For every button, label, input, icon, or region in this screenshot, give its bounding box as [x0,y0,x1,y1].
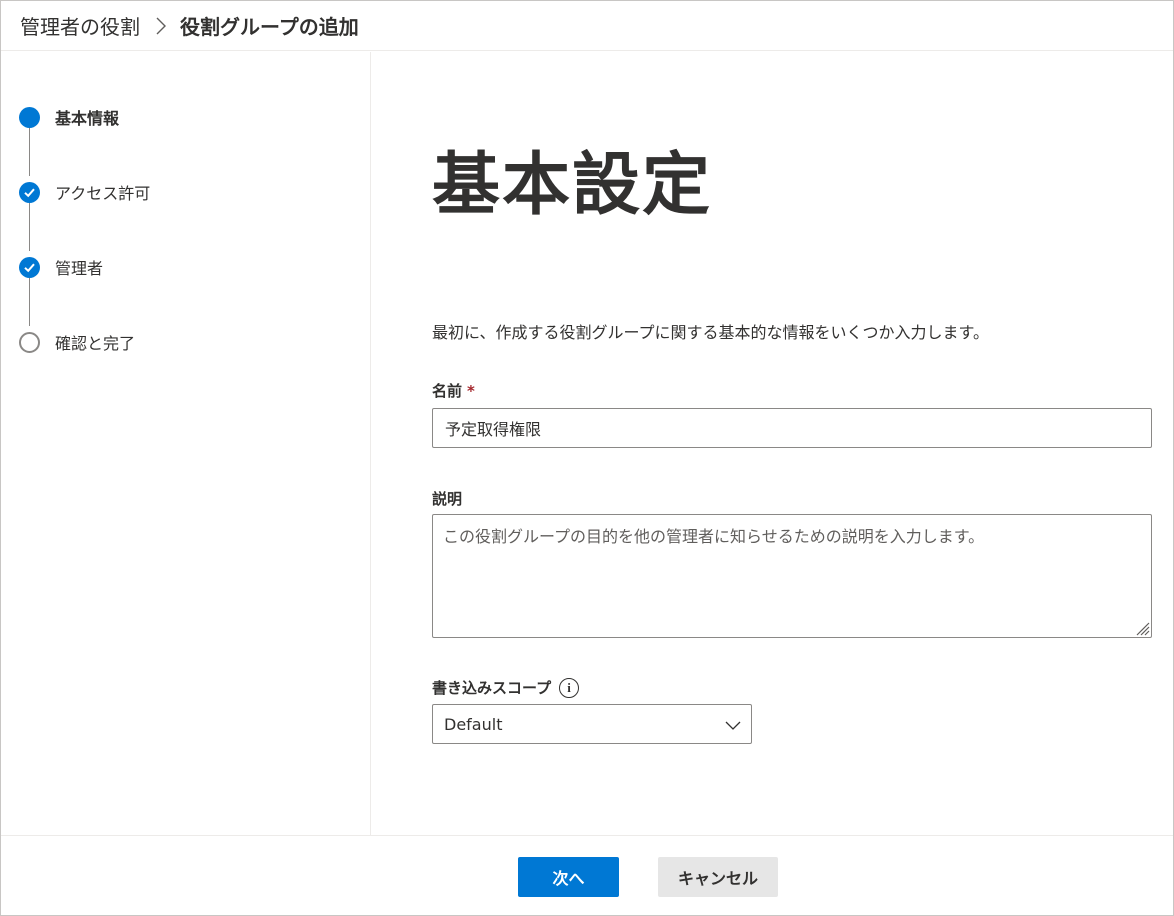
description-label-text: 説明 [432,490,463,508]
breadcrumb: 管理者の役割 役割グループの追加 [1,1,1173,51]
dropdown-selected-value: Default [444,714,503,734]
step-connector [29,203,30,251]
cancel-button[interactable]: キャンセル [658,857,778,897]
step-label: 確認と完了 [55,334,136,353]
chevron-down-icon [725,717,741,733]
write-scope-field-label: 書き込みスコープ i [432,677,580,698]
step-review-finish[interactable]: 確認と完了 [19,330,135,354]
name-input[interactable] [432,408,1152,448]
checkmark-icon [19,181,40,203]
name-label-text: 名前 [432,382,463,400]
step-label: 管理者 [55,259,104,278]
name-field-label: 名前 * [432,380,475,401]
checkmark-icon [19,256,40,278]
write-scope-dropdown[interactable]: Default [432,704,752,744]
breadcrumb-current: 役割グループの追加 [180,15,359,39]
chevron-right-icon [146,16,176,36]
step-label: アクセス許可 [55,184,151,203]
step-permissions[interactable]: アクセス許可 [19,180,150,204]
wizard-steps: 基本情報 アクセス許可 管理者 確認と完了 [1,52,371,835]
current-step-icon [19,106,40,128]
description-field-label: 説明 [432,488,462,509]
wizard-footer: 次へ キャンセル [1,835,1173,915]
pending-step-icon [19,331,40,353]
page-title: 基本設定 [432,146,713,225]
wizard-panel: 管理者の役割 役割グループの追加 基本情報 アクセス許可 管理者 確認と完了 基… [0,0,1174,916]
description-textarea[interactable] [432,514,1152,638]
step-label: 基本情報 [55,109,120,128]
step-connector [29,278,30,326]
step-admins[interactable]: 管理者 [19,255,103,279]
write-scope-label-text: 書き込みスコープ [432,679,552,697]
step-connector [29,128,30,176]
breadcrumb-parent-link[interactable]: 管理者の役割 [20,11,140,40]
resize-grip-icon[interactable] [1132,618,1150,636]
intro-text: 最初に、作成する役割グループに関する基本的な情報をいくつか入力します。 [432,323,989,342]
required-mark: * [467,381,475,400]
basic-settings-form: 基本設定 最初に、作成する役割グループに関する基本的な情報をいくつか入力します。… [372,52,1173,835]
step-basic-info[interactable]: 基本情報 [19,105,119,129]
next-button[interactable]: 次へ [518,857,619,897]
info-icon[interactable]: i [559,677,580,698]
